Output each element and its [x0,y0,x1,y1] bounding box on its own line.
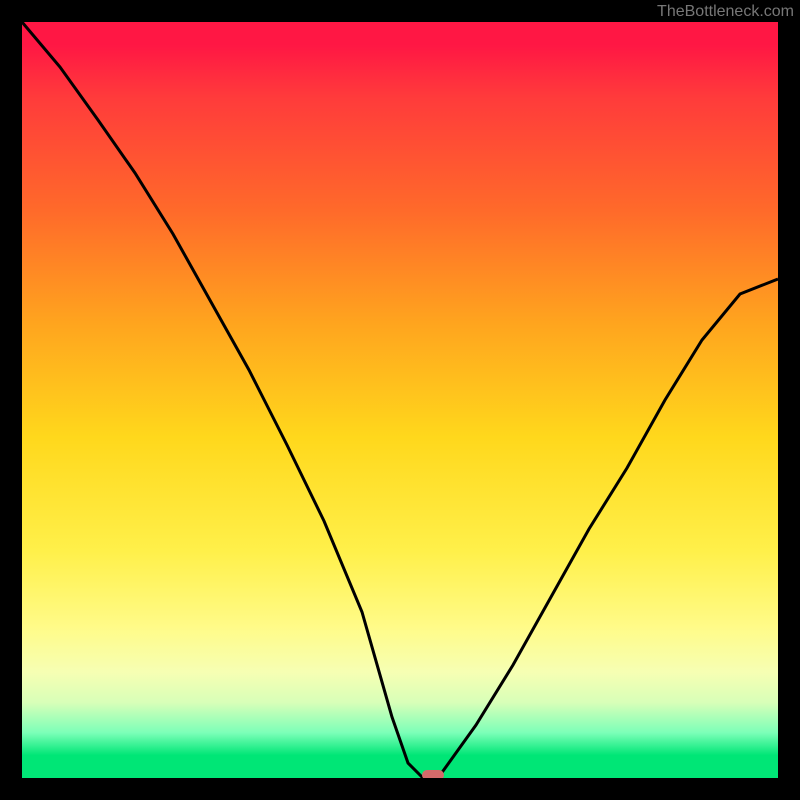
watermark-text: TheBottleneck.com [657,4,794,20]
minimum-marker [422,770,444,778]
chart-svg [22,22,778,778]
chart-frame: TheBottleneck.com [0,0,800,800]
bottleneck-curve-line [22,22,778,778]
